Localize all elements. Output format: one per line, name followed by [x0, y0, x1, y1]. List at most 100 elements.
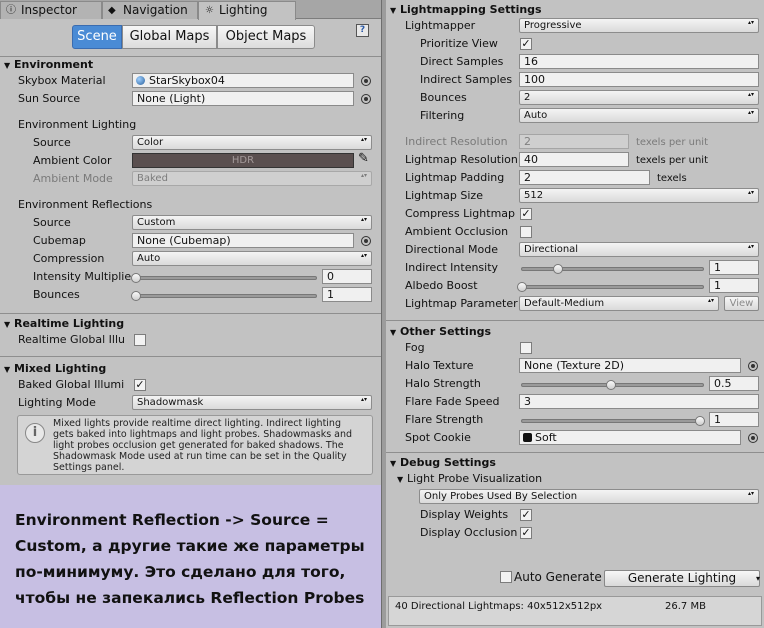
object-picker-icon[interactable]: [748, 361, 758, 371]
material-sphere-icon: [136, 76, 145, 85]
info-line: Mixed lights provide realtime direct lig…: [53, 418, 341, 429]
fog-checkbox[interactable]: [520, 342, 532, 354]
filtering-dropdown[interactable]: Auto: [519, 108, 759, 123]
albedo-boost-slider-knob[interactable]: [517, 282, 527, 292]
ambient-color-swatch[interactable]: HDR: [132, 153, 354, 168]
ambient-mode-dropdown[interactable]: Baked: [132, 171, 372, 186]
panel-splitter[interactable]: [381, 0, 386, 628]
flare-strength-field[interactable]: 1: [709, 412, 759, 427]
albedo-boost-label: Albedo Boost: [405, 279, 478, 292]
lighting-mode-dropdown[interactable]: Shadowmask: [132, 395, 372, 410]
display-weights-checkbox[interactable]: ✓: [520, 509, 532, 521]
env-bounces-label: Bounces: [33, 288, 80, 301]
object-maps-tab[interactable]: Object Maps: [217, 25, 315, 49]
view-button[interactable]: View: [724, 296, 759, 311]
lightmap-padding-unit: texels: [657, 173, 687, 184]
cubemap-label: Cubemap: [33, 234, 86, 247]
intensity-slider-knob[interactable]: [131, 273, 141, 283]
tab-lighting[interactable]: ☼ Lighting: [198, 1, 296, 20]
skybox-material-label: Skybox Material: [18, 74, 106, 87]
intensity-slider-track[interactable]: [135, 276, 317, 280]
halo-texture-field[interactable]: None (Texture 2D): [519, 358, 741, 373]
intensity-field[interactable]: 0: [322, 269, 372, 284]
texture-thumbnail-icon: [523, 433, 532, 442]
flare-strength-slider-track[interactable]: [521, 419, 704, 423]
env-bounces-field[interactable]: 1: [322, 287, 372, 302]
scene-tab[interactable]: Scene: [72, 25, 122, 49]
compress-lightmaps-label: Compress Lightmap: [405, 207, 516, 220]
cubemap-field[interactable]: None (Cubemap): [132, 233, 354, 248]
indirect-intensity-field[interactable]: 1: [709, 260, 759, 275]
lightmapper-dropdown[interactable]: Progressive: [519, 18, 759, 33]
mixed-lighting-header[interactable]: ▼ Mixed Lighting: [4, 362, 106, 377]
realtime-lighting-header[interactable]: ▼ Realtime Lighting: [4, 317, 124, 332]
lighting-mode-label: Lighting Mode: [18, 396, 96, 409]
tab-navigation[interactable]: ◆ Navigation: [102, 1, 198, 19]
light-probe-visualization-toggle[interactable]: ▼ Light Probe Visualization: [397, 472, 542, 487]
display-occlusion-checkbox[interactable]: ✓: [520, 527, 532, 539]
tab-inspector[interactable]: ⓘ Inspector: [0, 1, 102, 19]
skybox-material-value: StarSkybox04: [149, 74, 225, 87]
lightmap-padding-field[interactable]: 2: [519, 170, 650, 185]
prioritize-view-label: Prioritize View: [420, 37, 498, 50]
halo-strength-slider-knob[interactable]: [606, 380, 616, 390]
object-picker-icon[interactable]: [748, 433, 758, 443]
info-line: Shadowmask Mode used at run time can be …: [53, 451, 347, 462]
env-bounces-slider-knob[interactable]: [131, 291, 141, 301]
indirect-resolution-field[interactable]: 2: [519, 134, 629, 149]
info-line: light probes occlusion get generated for…: [53, 440, 344, 451]
realtime-gi-label: Realtime Global Illu: [18, 333, 125, 346]
lightmapping-header[interactable]: ▼ Lightmapping Settings: [390, 3, 542, 18]
flare-fade-speed-field[interactable]: 3: [519, 394, 759, 409]
lightmap-size-dropdown[interactable]: 512: [519, 188, 759, 203]
refl-source-dropdown[interactable]: Custom: [132, 215, 372, 230]
albedo-boost-field[interactable]: 1: [709, 278, 759, 293]
indirect-samples-field[interactable]: 100: [519, 72, 759, 87]
status-bar: 40 Directional Lightmaps: 40x512x512px 2…: [388, 596, 762, 626]
env-source-dropdown[interactable]: Color: [132, 135, 372, 150]
indirect-intensity-slider-knob[interactable]: [553, 264, 563, 274]
help-icon[interactable]: ?: [356, 24, 369, 37]
indirect-intensity-slider-track[interactable]: [521, 267, 704, 271]
spot-cookie-field[interactable]: Soft: [519, 430, 741, 445]
sun-source-field[interactable]: None (Light): [132, 91, 354, 106]
info-icon: i: [25, 423, 45, 443]
baked-gi-checkbox[interactable]: ✓: [134, 379, 146, 391]
auto-generate-checkbox[interactable]: [500, 571, 512, 583]
debug-settings-header[interactable]: ▼ Debug Settings: [390, 456, 496, 471]
env-bounces-slider-track[interactable]: [135, 294, 317, 298]
ambient-color-hdr-text: HDR: [231, 155, 255, 166]
probe-visualization-dropdown[interactable]: Only Probes Used By Selection: [419, 489, 759, 504]
object-picker-icon[interactable]: [361, 76, 371, 86]
auto-generate-label: Auto Generate: [514, 570, 602, 584]
object-picker-icon[interactable]: [361, 94, 371, 104]
generate-dropdown-arrow-icon[interactable]: ▾: [756, 570, 760, 587]
lightmap-size-label: Lightmap Size: [405, 189, 483, 202]
realtime-gi-checkbox[interactable]: [134, 334, 146, 346]
eyedropper-icon[interactable]: ✎: [358, 152, 369, 166]
mixed-header-label: Mixed Lighting: [14, 362, 107, 375]
object-picker-icon[interactable]: [361, 236, 371, 246]
annotation-line: Custom, а другие такие же параметры: [15, 537, 365, 555]
global-maps-tab[interactable]: Global Maps: [122, 25, 217, 49]
halo-strength-field[interactable]: 0.5: [709, 376, 759, 391]
albedo-boost-slider-track[interactable]: [521, 285, 704, 289]
info-icon: ⓘ: [6, 5, 16, 16]
environment-section-header[interactable]: ▼ Environment: [4, 58, 93, 73]
ambient-occlusion-checkbox[interactable]: [520, 226, 532, 238]
other-settings-header[interactable]: ▼ Other Settings: [390, 325, 491, 340]
lm-bounces-dropdown[interactable]: 2: [519, 90, 759, 105]
directional-mode-dropdown[interactable]: Directional: [519, 242, 759, 257]
lightmap-resolution-field[interactable]: 40: [519, 152, 629, 167]
skybox-material-field[interactable]: StarSkybox04: [132, 73, 354, 88]
prioritize-view-checkbox[interactable]: ✓: [520, 38, 532, 50]
direct-samples-field[interactable]: 16: [519, 54, 759, 69]
flare-strength-slider-knob[interactable]: [695, 416, 705, 426]
flare-strength-label: Flare Strength: [405, 413, 484, 426]
spot-cookie-value: Soft: [535, 431, 557, 444]
generate-lighting-button[interactable]: Generate Lighting: [604, 570, 760, 587]
environment-header-label: Environment: [14, 58, 94, 71]
compress-lightmaps-checkbox[interactable]: ✓: [520, 208, 532, 220]
compression-dropdown[interactable]: Auto: [132, 251, 372, 266]
lightmap-parameters-dropdown[interactable]: Default-Medium: [519, 296, 719, 311]
